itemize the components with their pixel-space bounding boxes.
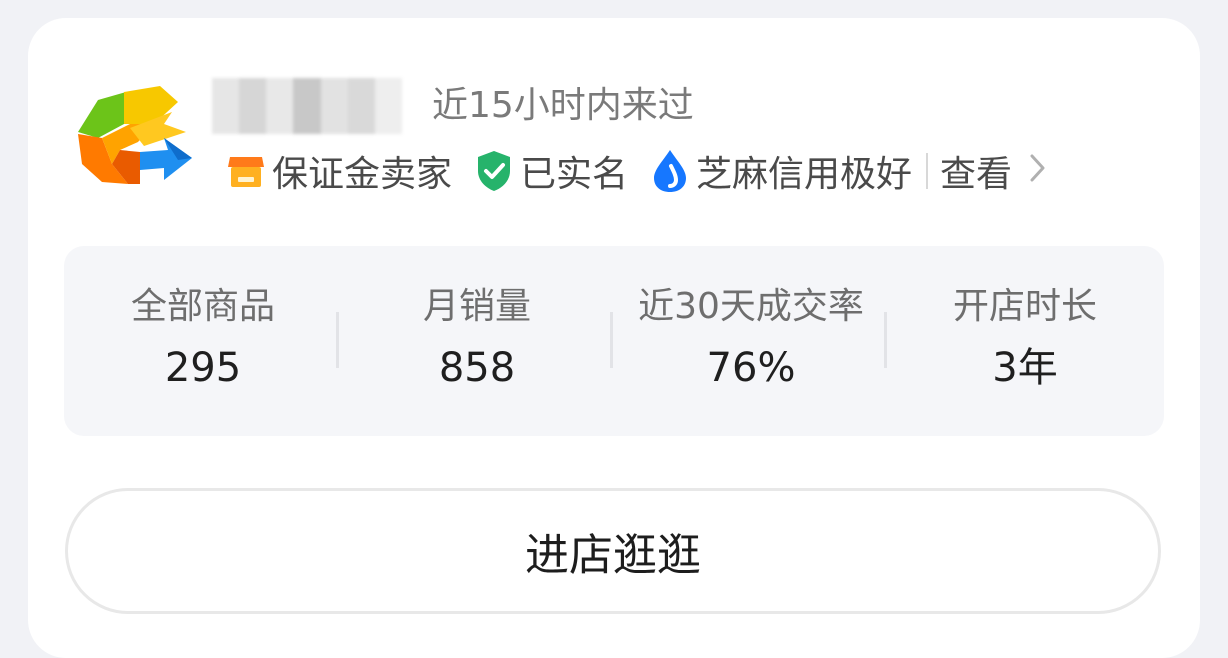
enter-shop-button[interactable]: 进店逛逛 [65, 488, 1161, 614]
stat-value: 76% [706, 345, 796, 391]
view-link[interactable]: 查看 [940, 145, 1012, 197]
sesame-credit-label: 芝麻信用极好 [696, 154, 913, 195]
sesame-credit-icon [650, 148, 690, 194]
stat-monthly-sales[interactable]: 月销量 858 [340, 282, 614, 398]
stat-label: 近30天成交率 [638, 286, 864, 327]
verified-badge[interactable]: 已实名 [474, 145, 628, 197]
deposit-seller-badge[interactable]: 保证金卖家 [226, 145, 452, 197]
sesame-credit-badge[interactable]: 芝麻信用极好 [650, 145, 912, 197]
chevron-right-icon[interactable] [1030, 151, 1046, 192]
verified-shield-icon [474, 149, 514, 193]
stat-shop-age[interactable]: 开店时长 3年 [888, 282, 1162, 398]
seller-name-blurred [212, 78, 402, 134]
stat-value: 295 [164, 345, 242, 391]
badge-divider [926, 153, 929, 189]
deposit-seller-label: 保证金卖家 [272, 154, 453, 195]
stat-label: 月销量 [422, 286, 531, 327]
stat-label: 全部商品 [130, 286, 275, 327]
seller-badges[interactable]: 保证金卖家 已实名 芝麻信用极好 查看 [226, 146, 1046, 196]
shop-stats-panel: 全部商品 295 月销量 858 近30天成交率 76% 开店时长 3年 [64, 246, 1164, 436]
deposit-seller-icon [226, 151, 266, 191]
tencent-games-logo-icon[interactable] [68, 80, 196, 192]
stat-divider [884, 312, 887, 368]
stat-label: 开店时长 [952, 286, 1097, 327]
stat-divider [610, 312, 613, 368]
stat-30day-rate[interactable]: 近30天成交率 76% [614, 282, 888, 398]
stat-value: 858 [438, 345, 516, 391]
stat-divider [336, 312, 339, 368]
last-visit-text: 近15小时内来过 [432, 85, 694, 126]
stat-all-products[interactable]: 全部商品 295 [66, 282, 340, 398]
verified-label: 已实名 [520, 154, 629, 195]
stat-value: 3年 [992, 345, 1058, 391]
